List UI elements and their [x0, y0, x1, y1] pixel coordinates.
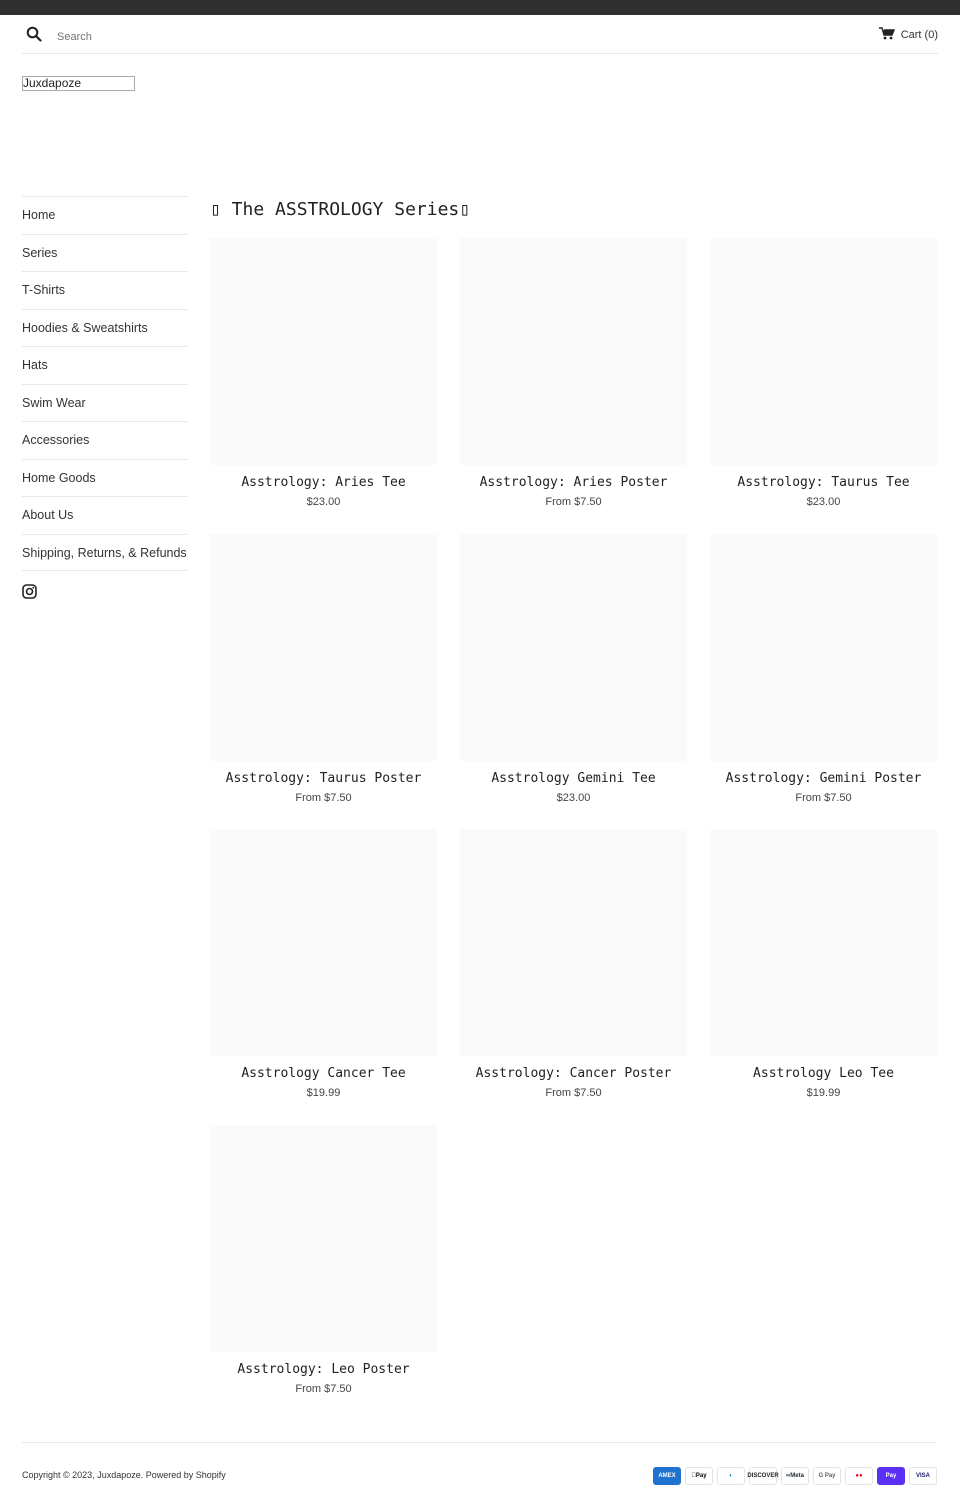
product-price: $23.00 — [556, 791, 591, 804]
sidebar-item-t-shirts[interactable]: T-Shirts — [22, 271, 188, 309]
sidebar-item-shipping[interactable]: Shipping, Returns, & Refunds — [22, 533, 188, 571]
product-card[interactable]: Asstrology: Aries Poster From $7.50 — [460, 238, 687, 534]
announcement-bar — [0, 0, 960, 15]
product-title[interactable]: Asstrology Cancer Tee — [210, 1066, 437, 1082]
product-title[interactable]: Asstrology: Taurus Poster — [210, 771, 437, 787]
product-card[interactable]: Asstrology: Taurus Poster From $7.50 — [210, 533, 437, 830]
sidebar-nav: Home Series T-Shirts Hoodies & Sweatshir… — [22, 196, 188, 599]
copyright: Copyright © 2023, Juxdapoze. Powered by … — [22, 1470, 226, 1480]
product-price: $19.99 — [306, 1087, 341, 1099]
product-image[interactable] — [210, 238, 437, 465]
collection-main: ▯ The ASSTROLOGY Series▯ Asstrology: Ari… — [210, 196, 937, 1420]
sidebar-item-accessories[interactable]: Accessories — [22, 421, 188, 459]
discover-icon: DISCOVER — [747, 1467, 779, 1485]
product-title[interactable]: Asstrology: Cancer Poster — [460, 1066, 687, 1082]
product-image[interactable] — [210, 829, 437, 1056]
product-image[interactable] — [710, 533, 937, 761]
sidebar-item-series[interactable]: Series — [22, 233, 188, 272]
product-price: From $7.50 — [295, 791, 352, 804]
product-image[interactable] — [210, 1124, 437, 1352]
amex-icon: AMEX — [653, 1467, 681, 1485]
mastercard-icon: ●● — [845, 1467, 873, 1485]
product-card[interactable]: Asstrology: Aries Tee $23.00 — [210, 238, 437, 534]
sidebar-item-swim-wear[interactable]: Swim Wear — [22, 383, 188, 422]
product-image[interactable] — [460, 533, 687, 761]
cart-label: Cart — [900, 29, 922, 41]
powered-by: . Powered by Shopify — [140, 1470, 226, 1480]
cart-link[interactable]: Cart (0) — [878, 27, 938, 43]
sidebar-item-about-us[interactable]: About Us — [22, 496, 188, 534]
visa-icon: VISA — [909, 1467, 937, 1485]
product-card[interactable]: Asstrology: Cancer Poster From $7.50 — [460, 829, 687, 1125]
product-image[interactable] — [710, 238, 937, 465]
product-price: From $7.50 — [295, 1382, 352, 1395]
product-card[interactable]: Asstrology Gemini Tee $23.00 — [460, 533, 687, 830]
shop-pay-icon: Pay — [877, 1467, 905, 1485]
product-price: $19.99 — [806, 1087, 841, 1099]
cart-icon — [878, 27, 901, 43]
product-title[interactable]: Asstrology: Leo Poster — [210, 1362, 437, 1378]
page-title: ▯ The ASSTROLOGY Series▯ — [210, 199, 471, 220]
product-title[interactable]: Asstrology Gemini Tee — [460, 771, 687, 787]
sidebar-item-home[interactable]: Home — [22, 196, 188, 234]
product-title[interactable]: Asstrology: Aries Tee — [210, 475, 437, 491]
meta-pay-icon: ∞Meta — [781, 1467, 809, 1485]
sidebar-item-hoodies[interactable]: Hoodies & Sweatshirts — [22, 308, 188, 347]
brand-link[interactable]: Juxdapoze — [97, 1470, 141, 1480]
product-price: From $7.50 — [795, 791, 852, 804]
apple-pay-icon: Pay — [685, 1467, 713, 1485]
copyright-prefix: Copyright © 2023, — [22, 1470, 98, 1480]
product-price: From $7.50 — [545, 1087, 602, 1099]
product-card[interactable]: Asstrology: Taurus Tee $23.00 — [710, 238, 937, 534]
product-card[interactable]: Asstrology Cancer Tee $19.99 — [210, 829, 437, 1125]
product-card[interactable]: Asstrology: Gemini Poster From $7.50 — [710, 533, 937, 830]
google-pay-icon: G Pay — [813, 1467, 841, 1485]
search-icon[interactable] — [26, 26, 42, 47]
site-logo[interactable]: Juxdapoze — [22, 76, 135, 91]
product-title[interactable]: Asstrology: Gemini Poster — [710, 771, 937, 787]
site-header: Cart (0) — [22, 15, 938, 54]
product-image[interactable] — [710, 829, 937, 1056]
product-price: From $7.50 — [545, 496, 602, 508]
product-card[interactable]: Asstrology: Leo Poster From $7.50 — [210, 1124, 437, 1421]
cart-count: (0) — [924, 29, 938, 41]
product-card[interactable]: Asstrology Leo Tee $19.99 — [710, 829, 937, 1125]
product-price: $23.00 — [306, 496, 341, 508]
product-title[interactable]: Asstrology: Aries Poster — [460, 475, 687, 491]
product-title[interactable]: Asstrology: Taurus Tee — [710, 475, 937, 491]
product-image[interactable] — [460, 829, 687, 1056]
sidebar-item-home-goods[interactable]: Home Goods — [22, 458, 188, 497]
instagram-icon[interactable] — [22, 584, 37, 599]
product-price: $23.00 — [806, 496, 841, 508]
product-grid: Asstrology: Aries Tee $23.00 Asstrology: A… — [210, 238, 937, 1420]
search-form — [26, 26, 257, 47]
product-image[interactable] — [460, 238, 687, 465]
sidebar-item-hats[interactable]: Hats — [22, 346, 188, 384]
product-image[interactable] — [210, 533, 437, 761]
product-title[interactable]: Asstrology Leo Tee — [710, 1066, 937, 1082]
payment-icons: AMEXPay◐DISCOVER∞MetaG Pay●●PayVISA — [653, 1467, 937, 1485]
search-input[interactable] — [57, 30, 257, 43]
site-footer: Copyright © 2023, Juxdapoze. Powered by … — [22, 1442, 937, 1485]
diners-club-icon: ◐ — [717, 1467, 745, 1485]
